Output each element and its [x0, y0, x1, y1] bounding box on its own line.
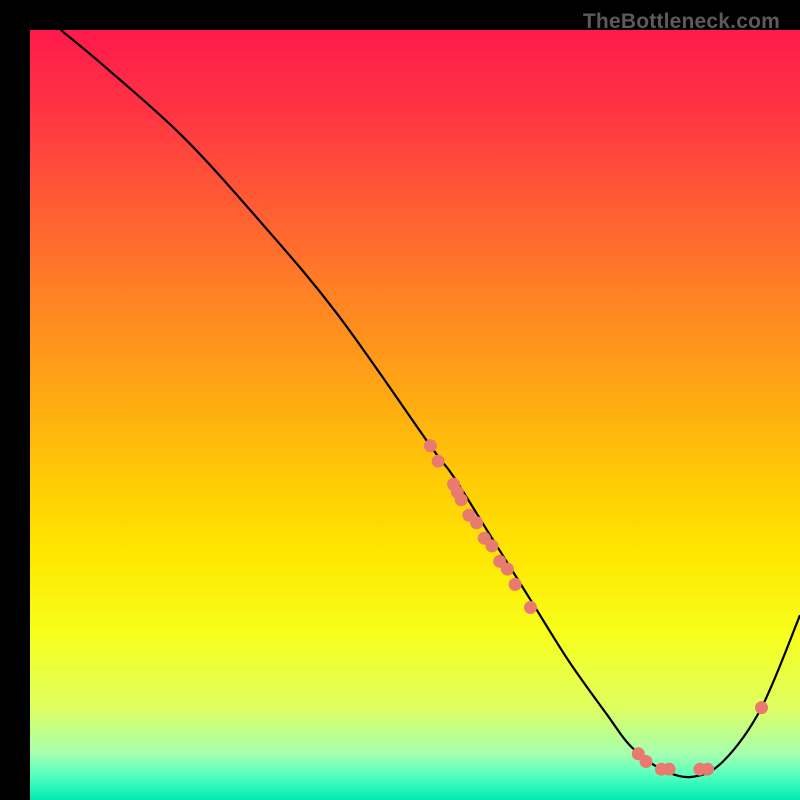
data-point	[755, 701, 768, 714]
data-point	[701, 763, 714, 776]
data-point	[424, 439, 437, 452]
gradient-background	[30, 30, 800, 800]
data-point	[432, 455, 445, 468]
data-point	[509, 578, 522, 591]
data-point	[640, 755, 653, 768]
data-point	[501, 563, 514, 576]
data-point	[470, 516, 483, 529]
data-point	[663, 763, 676, 776]
chart-frame: TheBottleneck.com	[15, 15, 785, 785]
chart-svg	[30, 30, 800, 800]
data-point	[455, 493, 468, 506]
watermark-text: TheBottleneck.com	[583, 10, 780, 34]
plot-area	[30, 30, 800, 800]
data-point	[524, 601, 537, 614]
data-point	[486, 539, 499, 552]
